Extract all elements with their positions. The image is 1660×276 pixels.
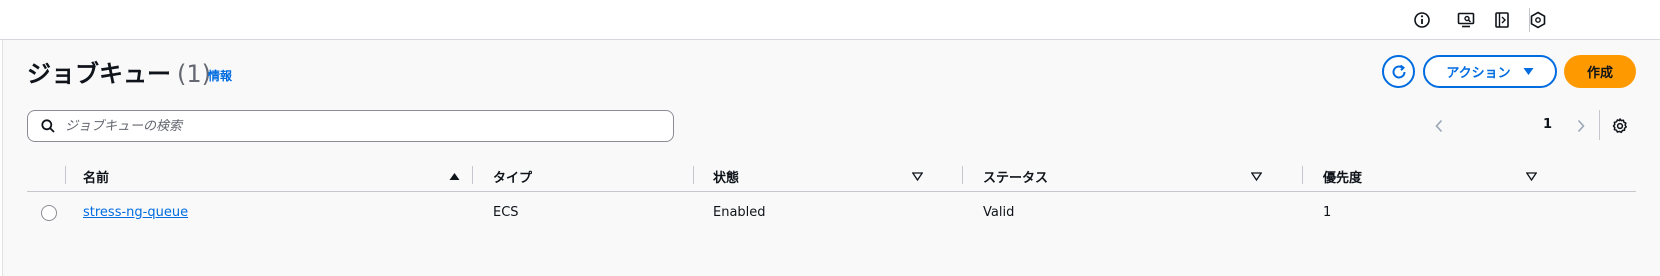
notebook-icon[interactable] [1491, 9, 1513, 31]
page-title: ジョブキュー (1) [27, 54, 211, 89]
cell-type: ECS [493, 204, 519, 220]
caret-down-icon [1523, 68, 1534, 75]
search-input[interactable] [65, 118, 665, 134]
column-divider [65, 166, 66, 184]
sort-caret-down-icon[interactable] [1251, 160, 1262, 192]
column-divider [472, 166, 473, 184]
job-queue-name-link[interactable]: stress-ng-queue [83, 205, 188, 220]
sort-caret-down-icon[interactable] [912, 160, 923, 192]
row-select-radio[interactable] [41, 205, 57, 221]
search-box [27, 110, 674, 142]
sort-caret-down-icon[interactable] [1526, 160, 1537, 192]
gear-icon [1612, 118, 1627, 134]
column-header-name[interactable]: 名前 [83, 160, 109, 192]
search-icon [41, 119, 55, 133]
next-page-button[interactable] [1572, 116, 1590, 136]
column-header-priority[interactable]: 優先度 [1323, 160, 1362, 192]
info-link[interactable]: 情報 [208, 67, 232, 84]
cell-priority: 1 [1323, 204, 1332, 220]
refresh-button[interactable] [1382, 55, 1415, 88]
column-header-status[interactable]: ステータス [983, 160, 1048, 192]
page-title-text: ジョブキュー [27, 60, 171, 88]
column-divider [962, 166, 963, 184]
table-row: stress-ng-queue ECS Enabled Valid 1 [27, 192, 1636, 232]
pagination-divider [1599, 110, 1600, 140]
sort-ascending-icon[interactable] [449, 160, 460, 192]
previous-page-button[interactable] [1430, 116, 1448, 136]
table-preferences-button[interactable] [1610, 116, 1630, 136]
column-header-type[interactable]: タイプ [493, 160, 532, 192]
create-button[interactable]: 作成 [1564, 55, 1636, 88]
chevron-right-icon [1577, 119, 1585, 133]
column-divider [1302, 166, 1303, 184]
item-count: (1) [177, 60, 211, 88]
hexagon-settings-icon[interactable] [1527, 9, 1549, 31]
top-navigation-bar [0, 0, 1660, 40]
current-page-number[interactable]: 1 [1543, 117, 1552, 132]
chevron-left-icon [1435, 119, 1443, 133]
column-divider [693, 166, 694, 184]
actions-label: アクション [1446, 66, 1511, 81]
screen-search-icon[interactable] [1455, 9, 1477, 31]
create-label: 作成 [1586, 66, 1613, 81]
cell-name: stress-ng-queue [83, 192, 188, 232]
cell-state: Enabled [713, 204, 766, 220]
column-header-state[interactable]: 状態 [713, 160, 739, 192]
info-icon[interactable] [1411, 9, 1433, 31]
refresh-icon [1392, 64, 1405, 78]
table-header: 名前 タイプ 状態 ステータス 優先度 [27, 160, 1636, 192]
actions-dropdown-button[interactable]: アクション [1423, 55, 1557, 88]
cell-status: Valid [983, 204, 1015, 220]
